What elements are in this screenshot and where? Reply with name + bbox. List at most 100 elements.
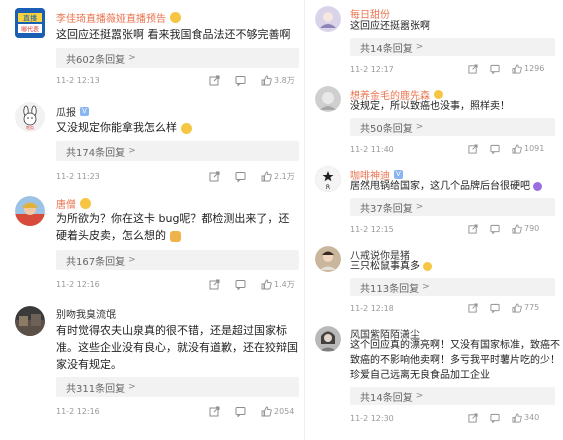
reply-count-button[interactable]: 共311条回复 > — [56, 377, 299, 397]
reply-count-button[interactable]: 共167条回复 > — [56, 250, 299, 270]
comment-text: 居然甩锅给国家，这几个品牌后台很硬吧 — [350, 178, 560, 195]
comment-item: 吃瓜 瓜报 V 又没规定你能拿我怎么样 共174条回复 > 11-2 11:23 … — [0, 96, 304, 188]
comment-item: R 咖啡神迪 V 居然甩锅给国家，这几个品牌后台很硬吧 共37条回复 > 11-2… — [305, 162, 563, 240]
chevron-right-icon: > — [422, 282, 430, 292]
emoji-icon — [533, 181, 543, 191]
comment-text: 这回应还挺嚣张啊 看来我国食品法还不够完善啊 — [56, 28, 291, 41]
comment-item: 想养金毛的鹿先森 没规定，所以致癌也没事，照样卖！ 共50条回复 > 11-2 1… — [305, 82, 563, 160]
share-icon[interactable] — [208, 74, 220, 86]
timestamp: 11-2 12:18 — [350, 304, 394, 313]
comment-item: 风国紫陌陌潇尘 这个回应真的漂亮啊！又没有国家标准，致癌不致癌的不影响他卖啊！多… — [305, 320, 563, 440]
timestamp: 11-2 12:15 — [350, 225, 394, 234]
comment-item: 八戒说你是猪 三只松鼠事真多 共113条回复 > 11-2 12:18 775 — [305, 242, 563, 318]
share-icon[interactable] — [467, 223, 478, 234]
timestamp: 11-2 12:30 — [350, 414, 394, 423]
reply-count-button[interactable]: 共602条回复 > — [56, 48, 299, 68]
reply-count-label: 共167条回复 — [66, 256, 126, 268]
share-icon[interactable] — [467, 143, 478, 154]
chevron-right-icon: > — [415, 391, 424, 401]
avatar[interactable] — [315, 6, 341, 32]
reply-count-button[interactable]: 共174条回复 > — [56, 141, 299, 161]
share-icon[interactable] — [467, 302, 478, 313]
comment-text: 为所欲为？你在这卡 bug呢？都检测出来了，还硬着头皮卖，怎么想的 — [56, 210, 298, 244]
reply-count-label: 共37条回复 — [360, 203, 413, 215]
comment-author[interactable]: 李佳琦直播薇娅直播预告 — [56, 10, 166, 25]
reply-count-label: 共50条回复 — [360, 123, 413, 135]
timestamp: 11-2 12:16 — [56, 280, 100, 289]
comment-icon[interactable] — [234, 278, 246, 290]
emoji-icon — [80, 198, 91, 209]
comment-text: 这回应还挺嚣张啊 — [350, 21, 430, 32]
svg-text:R: R — [326, 184, 330, 191]
timestamp: 11-2 11:40 — [350, 145, 394, 154]
chevron-right-icon: > — [415, 122, 424, 132]
svg-text:吃瓜: 吃瓜 — [26, 124, 34, 130]
like-icon[interactable] — [511, 302, 522, 313]
comment-author[interactable]: 唐僧 — [56, 196, 76, 211]
comment-icon[interactable] — [234, 170, 246, 182]
like-icon[interactable] — [511, 143, 522, 154]
like-count: 2054 — [274, 406, 295, 416]
avatar[interactable] — [315, 86, 341, 112]
comment-author[interactable]: 别吻我臭流氓 — [56, 306, 116, 321]
timestamp: 11-2 12:13 — [56, 76, 100, 85]
avatar[interactable] — [15, 306, 45, 336]
svg-text:哪代表: 哪代表 — [21, 26, 39, 34]
like-icon[interactable] — [260, 278, 272, 290]
reply-count-button[interactable]: 共37条回复 > — [350, 198, 555, 216]
avatar[interactable] — [315, 326, 341, 352]
reply-count-button[interactable]: 共113条回复 > — [350, 278, 555, 296]
comment-icon[interactable] — [489, 223, 500, 234]
like-count: 790 — [524, 224, 540, 233]
comment-item: 别吻我臭流氓 有时觉得农夫山泉真的很不错，还是超过国家标准。这些企业没有良心，就… — [0, 300, 304, 440]
like-icon[interactable] — [511, 223, 522, 234]
reply-count-button[interactable]: 共50条回复 > — [350, 118, 555, 136]
chevron-right-icon: > — [128, 382, 136, 392]
chevron-right-icon: > — [128, 146, 136, 156]
reply-count-button[interactable]: 共14条回复 > — [350, 387, 555, 405]
comment-item: 直播 哪代表 李佳琦直播薇娅直播预告 这回应还挺嚣张啊 看来我国食品法还不够完善啊… — [0, 0, 304, 92]
like-count: 775 — [524, 303, 540, 312]
comment-icon[interactable] — [489, 302, 500, 313]
like-icon[interactable] — [260, 74, 272, 86]
share-icon[interactable] — [208, 278, 220, 290]
like-icon[interactable] — [511, 412, 522, 423]
reply-count-label: 共14条回复 — [360, 392, 413, 404]
emoji-icon — [180, 122, 192, 134]
comment-icon[interactable] — [489, 412, 500, 423]
like-count: 340 — [524, 413, 540, 422]
share-icon[interactable] — [208, 170, 220, 182]
comment-text: 三只松鼠事真多 — [350, 261, 420, 272]
avatar[interactable] — [315, 246, 341, 272]
verified-badge: V — [80, 107, 89, 116]
like-icon[interactable] — [260, 170, 272, 182]
avatar[interactable]: R — [315, 166, 341, 192]
share-icon[interactable] — [208, 405, 220, 417]
reply-count-label: 共174条回复 — [66, 147, 126, 159]
pray-emoji-icon — [169, 230, 181, 242]
comment-text: 有时觉得农夫山泉真的很不错，还是超过国家标准。这些企业没有良心，就没有道歉，还在… — [56, 324, 298, 371]
avatar[interactable]: 直播 哪代表 — [15, 8, 45, 38]
chevron-right-icon: > — [415, 202, 424, 212]
comment-icon[interactable] — [489, 63, 500, 74]
comment-author[interactable]: 瓜报 — [56, 104, 76, 119]
share-icon[interactable] — [467, 63, 478, 74]
like-count: 2.1万 — [274, 171, 295, 181]
comment-text: 又没规定你能拿我怎么样 — [56, 121, 177, 134]
avatar[interactable] — [15, 196, 45, 226]
reply-count-label: 共113条回复 — [360, 283, 420, 295]
comment-icon[interactable] — [234, 405, 246, 417]
like-icon[interactable] — [511, 63, 522, 74]
reply-count-button[interactable]: 共14条回复 > — [350, 38, 555, 56]
comment-icon[interactable] — [489, 143, 500, 154]
comment-icon[interactable] — [234, 74, 246, 86]
comment-text: 三只松鼠事真多 — [350, 258, 555, 275]
reply-count-label: 共311条回复 — [66, 383, 126, 395]
comment-text: 没规定，所以致癌也没事，照样卖！ — [350, 101, 510, 112]
avatar[interactable]: 吃瓜 — [15, 102, 45, 132]
reply-count-label: 共602条回复 — [66, 54, 126, 66]
like-count: 3.8万 — [274, 75, 295, 85]
share-icon[interactable] — [467, 412, 478, 423]
like-icon[interactable] — [260, 405, 272, 417]
chevron-right-icon: > — [128, 53, 136, 63]
